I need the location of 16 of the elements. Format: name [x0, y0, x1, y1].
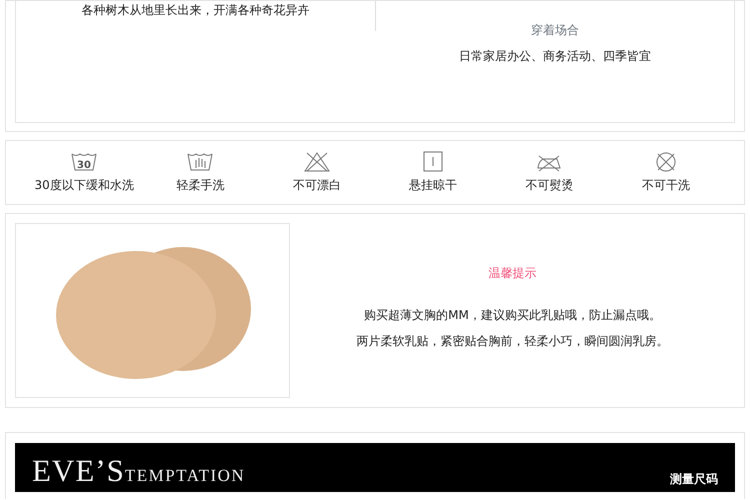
occasion-text: 日常家居办公、商务活动、四季皆宜	[458, 48, 652, 65]
tip-title: 温馨提示	[488, 264, 538, 282]
care-label: 悬挂晾干	[408, 177, 458, 194]
occasion-label: 穿着场合	[530, 22, 580, 39]
care-label: 不可漂白	[292, 177, 342, 194]
care-label: 不可干洗	[640, 177, 691, 194]
care-label: 轻柔手洗	[175, 177, 226, 194]
tip-text: 购买超薄文胸的MM，建议购买此乳贴哦，防止漏点哦。	[363, 306, 662, 324]
tip-text: 两片柔软乳贴，紧密贴合胸前，轻柔小巧，瞬间圆润乳房。	[356, 332, 670, 350]
description-text: 各种树木从地里长出来，开满各种奇花异卉	[80, 2, 310, 19]
brand-logo: EVE’STEMPTATION	[32, 455, 246, 486]
nobleach-care-icon	[302, 151, 331, 173]
size-guide-link[interactable]: 测量尺码	[670, 470, 718, 488]
care-label: 30度以下缓和水洗	[34, 177, 135, 194]
handwash-care-icon	[186, 151, 214, 173]
care-label: 不可熨烫	[524, 177, 574, 194]
